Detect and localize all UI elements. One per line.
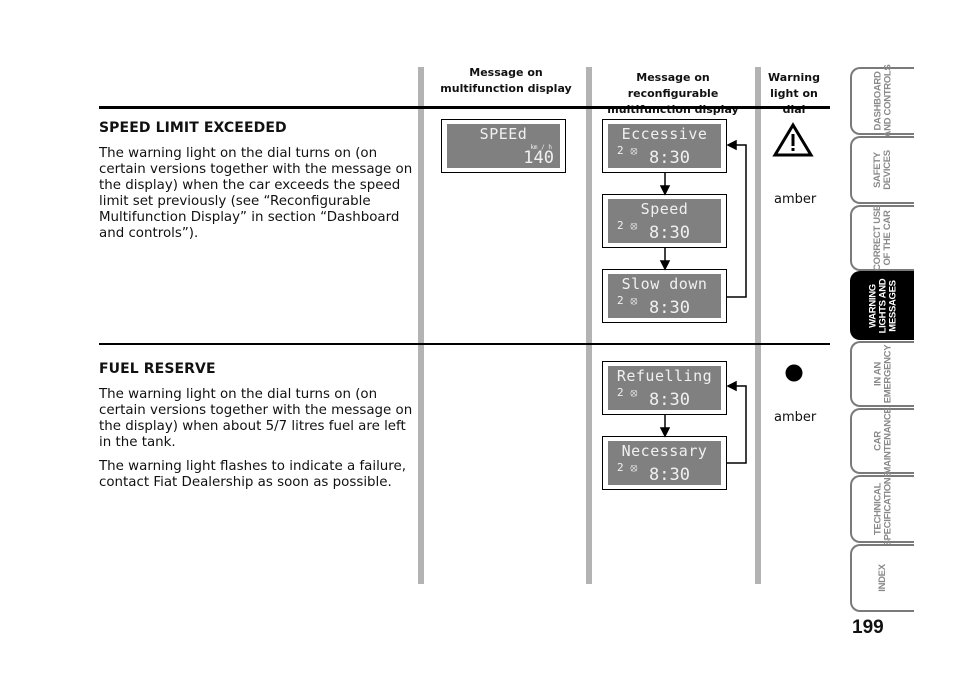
arrow-down-head	[659, 260, 671, 271]
multifunction-display-speed: SPEEd km / h 140	[441, 119, 566, 173]
display-cycle-arrows	[659, 139, 747, 298]
page-number: 199	[852, 617, 884, 638]
arrow-left-head	[726, 380, 737, 392]
side-tab-label: CAR MAINTENANCE	[872, 407, 893, 475]
side-tab-warning-lights-and-messages[interactable]: WARNING LIGHTS AND MESSAGES	[850, 271, 914, 340]
section-body-speed-limit: The warning light on the dial turns on (…	[99, 146, 414, 250]
side-tab-safety-devices[interactable]: SAFETY DEVICES	[850, 136, 914, 204]
side-tab-label: WARNING LIGHTS AND MESSAGES	[866, 278, 898, 333]
column-header-line: Message on	[469, 66, 543, 79]
side-tab-car-maintenance[interactable]: CAR MAINTENANCE	[850, 408, 914, 474]
warning-color-label: amber	[774, 410, 817, 425]
side-tab-dashboard-and-controls[interactable]: DASHBOARD AND CONTROLS	[850, 64, 914, 138]
column-header-line: multifunction display	[440, 82, 572, 95]
display-cycle-arrows	[659, 380, 747, 464]
side-tab-index[interactable]: INDEX	[850, 544, 914, 612]
section-body-fuel-reserve: The warning light on the dial turns on (…	[99, 387, 414, 499]
paragraph: The warning light on the dial turns on (…	[99, 387, 413, 450]
side-tab-correct-use-of-the-car[interactable]: CORRECT USE OF THE CAR	[850, 205, 914, 271]
side-tab-label: TECHNICAL SPECIFICATIONS	[872, 471, 894, 547]
loop-back-line	[727, 385, 747, 464]
side-tab-technical-specifications[interactable]: TECHNICAL SPECIFICATIONS	[850, 472, 914, 546]
column-header-line: light on dial	[770, 87, 818, 116]
column-header-multifunction: Message on multifunction display	[426, 65, 586, 97]
side-tab-in-an-emergency[interactable]: IN AN EMERGENCY	[850, 341, 914, 407]
side-tab-label: INDEX	[876, 564, 888, 592]
arrow-down-head	[659, 427, 671, 438]
paragraph: The warning light flashes to indicate a …	[99, 459, 407, 490]
arrow-down-head	[659, 185, 671, 196]
column-header-line: Warning	[768, 71, 820, 84]
column-header-line: Message on reconfigurable	[627, 71, 719, 100]
lcd-speed-value: 140	[523, 148, 554, 168]
arrow-left-head	[726, 139, 737, 151]
paragraph: The warning light on the dial turns on (…	[99, 146, 413, 241]
warning-color-label: amber	[774, 192, 817, 207]
column-header-warning-light: Warning light on dial	[760, 70, 828, 118]
warning-triangle-icon	[772, 122, 814, 157]
side-tab-label: IN AN EMERGENCY	[872, 344, 893, 404]
side-tab-label: SAFETY DEVICES	[871, 150, 893, 190]
side-tab-label: CORRECT USE OF THE CAR	[872, 205, 894, 271]
loop-back-line	[727, 144, 747, 298]
section-title-speed-limit: SPEED LIMIT EXCEEDED	[99, 120, 287, 136]
side-tab-label: DASHBOARD AND CONTROLS	[872, 64, 893, 138]
lcd-message: SPEEd	[479, 125, 528, 143]
section-title-fuel-reserve: FUEL RESERVE	[99, 361, 216, 377]
column-divider	[418, 67, 424, 584]
section-divider	[99, 106, 830, 109]
lcd-screen: SPEEd km / h 140	[447, 124, 560, 168]
filled-circle-icon	[785, 364, 803, 382]
